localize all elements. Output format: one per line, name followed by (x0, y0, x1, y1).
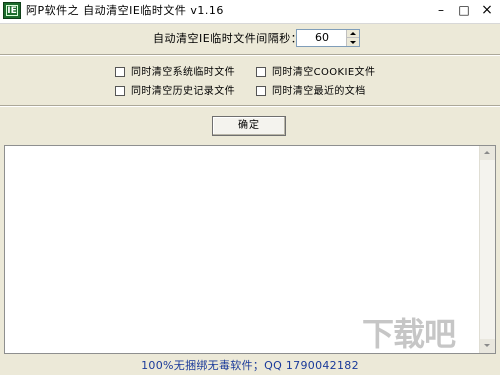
divider (0, 54, 500, 56)
checkbox-label: 同时清空最近的文档 (272, 86, 366, 97)
checkbox-box[interactable] (115, 67, 125, 77)
arrow-up-icon (484, 151, 490, 154)
checkbox-box[interactable] (115, 86, 125, 96)
window-title: 阿P软件之 自动清空IE临时文件 v1.16 (26, 4, 224, 17)
app-window: IE 阿P软件之 自动清空IE临时文件 v1.16 – □ × 自动清空IE临时… (0, 0, 500, 375)
footer-text: 100%无捆绑无毒软件；QQ 1790042182 (141, 359, 359, 372)
scroll-up-button[interactable] (480, 146, 495, 160)
checkbox-box[interactable] (256, 86, 266, 96)
watermark-logo: 下载吧 (362, 313, 492, 357)
watermark-text: 下载吧 (362, 315, 456, 353)
interval-stepper[interactable] (296, 29, 360, 47)
app-icon: IE (3, 2, 21, 19)
maximize-icon[interactable]: □ (456, 3, 472, 17)
interval-input[interactable] (297, 30, 347, 46)
minimize-icon[interactable]: – (433, 3, 449, 17)
stepper-down-button[interactable] (347, 38, 359, 46)
checkbox-box[interactable] (256, 67, 266, 77)
title-bar[interactable]: IE 阿P软件之 自动清空IE临时文件 v1.16 – □ × (0, 0, 500, 24)
close-icon[interactable]: × (479, 3, 495, 17)
stepper-up-button[interactable] (347, 30, 359, 38)
divider (0, 105, 500, 107)
checkbox-label: 同时清空系统临时文件 (131, 67, 235, 78)
checkbox-label: 同时清空历史记录文件 (131, 86, 235, 97)
checkbox-label: 同时清空COOKIE文件 (272, 67, 376, 78)
stepper-arrows (346, 30, 359, 46)
app-icon-text: IE (6, 5, 18, 16)
chevron-down-icon (350, 41, 356, 44)
interval-label: 自动清空IE临时文件间隔秒： (153, 32, 303, 45)
ok-button[interactable]: 确定 (212, 116, 286, 136)
status-footer: 100%无捆绑无毒软件；QQ 1790042182 (0, 356, 500, 375)
chevron-up-icon (350, 32, 356, 35)
